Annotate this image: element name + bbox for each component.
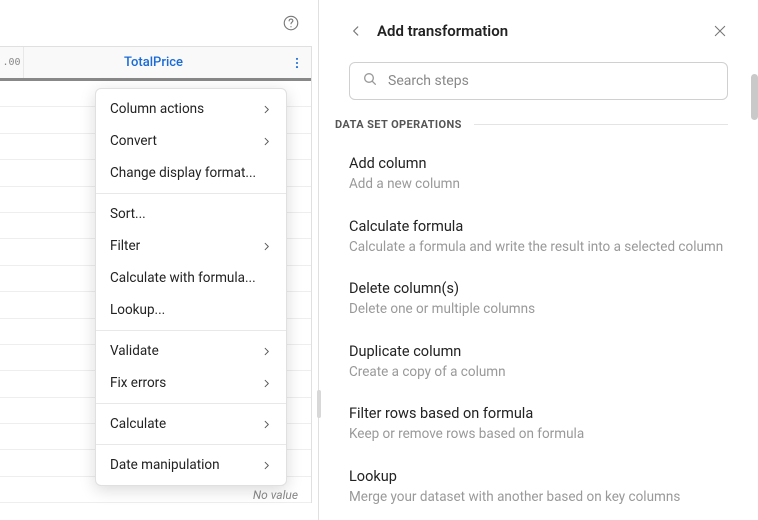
scrollbar-thumb[interactable] bbox=[751, 74, 758, 120]
column-context-menu: Column actions Convert Change display form… bbox=[95, 88, 287, 486]
menu-item-label: Convert bbox=[110, 133, 157, 149]
transformation-title: Add column bbox=[349, 155, 728, 172]
menu-item[interactable]: Calculate with formula... bbox=[96, 262, 286, 294]
menu-item[interactable]: Column actions bbox=[96, 93, 286, 125]
menu-item-label: Fix errors bbox=[110, 375, 166, 391]
menu-divider bbox=[96, 444, 286, 445]
column-type-badge: .00 bbox=[0, 47, 24, 78]
transformation-desc: Calculate a formula and write the result… bbox=[349, 239, 728, 257]
transformation-desc: Add a new column bbox=[349, 176, 728, 194]
panel-header: Add transformation bbox=[319, 0, 758, 54]
transformation-item[interactable]: Filter rows based on formula Keep or remo… bbox=[349, 395, 728, 458]
left-pane: .00 TotalPrice No value Column actionsCo… bbox=[0, 0, 318, 520]
left-toolbar bbox=[0, 0, 318, 46]
menu-item-label: Calculate with formula... bbox=[110, 270, 256, 286]
help-icon[interactable] bbox=[282, 14, 300, 36]
column-header[interactable]: .00 TotalPrice bbox=[0, 46, 312, 78]
menu-item-label: Calculate bbox=[110, 416, 166, 432]
transformation-panel: Add transformation DATA SET OPERATIONS A… bbox=[318, 0, 758, 520]
menu-item-label: Sort... bbox=[110, 206, 146, 222]
menu-item[interactable]: Sort... bbox=[96, 198, 286, 230]
menu-divider bbox=[96, 330, 286, 331]
menu-item-label: Validate bbox=[110, 343, 159, 359]
column-menu-button[interactable] bbox=[283, 47, 311, 78]
section-header: DATA SET OPERATIONS bbox=[319, 118, 758, 139]
menu-item-label: Column actions bbox=[110, 101, 204, 117]
search-box[interactable] bbox=[349, 62, 728, 100]
back-button[interactable] bbox=[349, 24, 363, 38]
panel-title: Add transformation bbox=[377, 22, 712, 40]
transformation-desc: Delete one or multiple columns bbox=[349, 301, 728, 319]
menu-item[interactable]: Date manipulation bbox=[96, 449, 286, 481]
transformation-title: Filter rows based on formula bbox=[349, 405, 728, 422]
no-value-label: No value bbox=[253, 488, 298, 502]
menu-item-label: Change display format... bbox=[110, 165, 256, 181]
transformation-title: Lookup bbox=[349, 468, 728, 485]
menu-item[interactable]: Convert bbox=[96, 125, 286, 157]
transformation-item[interactable]: Add column Add a new column bbox=[349, 145, 728, 208]
menu-item[interactable]: Fix errors bbox=[96, 367, 286, 399]
menu-item-label: Date manipulation bbox=[110, 457, 220, 473]
menu-item[interactable]: Filter bbox=[96, 230, 286, 262]
transformation-title: Duplicate column bbox=[349, 343, 728, 360]
menu-item[interactable]: Lookup... bbox=[96, 294, 286, 326]
column-name[interactable]: TotalPrice bbox=[24, 47, 283, 78]
menu-item-label: Filter bbox=[110, 238, 140, 254]
menu-divider bbox=[96, 193, 286, 194]
menu-divider bbox=[96, 403, 286, 404]
search-icon bbox=[362, 71, 378, 91]
transformation-title: Calculate formula bbox=[349, 218, 728, 235]
transformation-desc: Merge your dataset with another based on… bbox=[349, 489, 728, 507]
transformation-desc: Create a copy of a column bbox=[349, 364, 728, 382]
transformation-item[interactable]: Calculate formula Calculate a formula and… bbox=[349, 208, 728, 271]
transformation-title: Delete column(s) bbox=[349, 280, 728, 297]
transformation-list: Add column Add a new column Calculate form… bbox=[319, 139, 758, 520]
menu-item[interactable]: Calculate bbox=[96, 408, 286, 440]
search-input[interactable] bbox=[388, 73, 715, 89]
menu-item-label: Lookup... bbox=[110, 302, 165, 318]
column-type-code: .00 bbox=[2, 57, 20, 68]
section-divider bbox=[474, 124, 728, 125]
close-button[interactable] bbox=[712, 23, 728, 39]
menu-item[interactable]: Validate bbox=[96, 335, 286, 367]
transformation-item[interactable]: Duplicate column Create a copy of a colum… bbox=[349, 333, 728, 396]
section-label: DATA SET OPERATIONS bbox=[335, 118, 462, 131]
transformation-item[interactable]: Lookup Merge your dataset with another ba… bbox=[349, 458, 728, 520]
transformation-desc: Keep or remove rows based on formula bbox=[349, 426, 728, 444]
resize-handle[interactable] bbox=[317, 390, 321, 418]
menu-item[interactable]: Change display format... bbox=[96, 157, 286, 189]
transformation-item[interactable]: Delete column(s) Delete one or multiple c… bbox=[349, 270, 728, 333]
